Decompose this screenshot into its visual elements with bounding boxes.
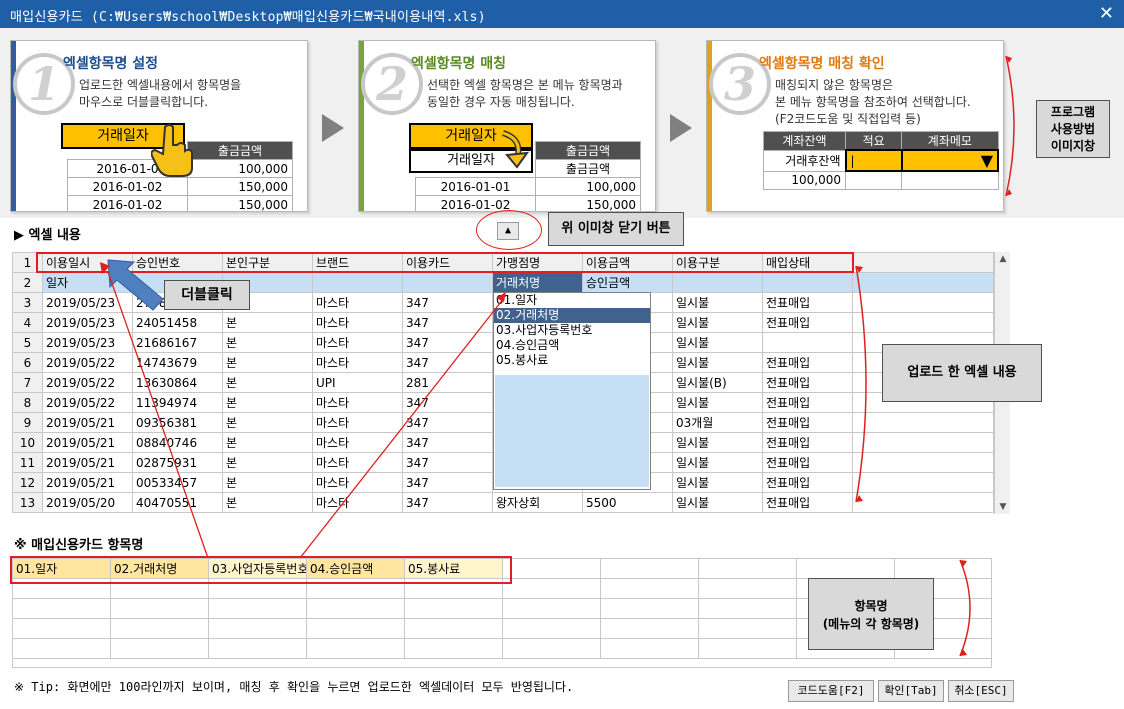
code-help-button[interactable]: 코드도움[F2] xyxy=(788,680,874,702)
tip-text: ※ Tip: 화면에만 100라인까지 보이며, 매칭 후 확인을 누르면 업로… xyxy=(14,680,574,694)
cancel-button[interactable]: 취소[ESC] xyxy=(948,680,1014,702)
connector-lines xyxy=(100,262,506,559)
ok-button[interactable]: 확인[Tab] xyxy=(878,680,944,702)
